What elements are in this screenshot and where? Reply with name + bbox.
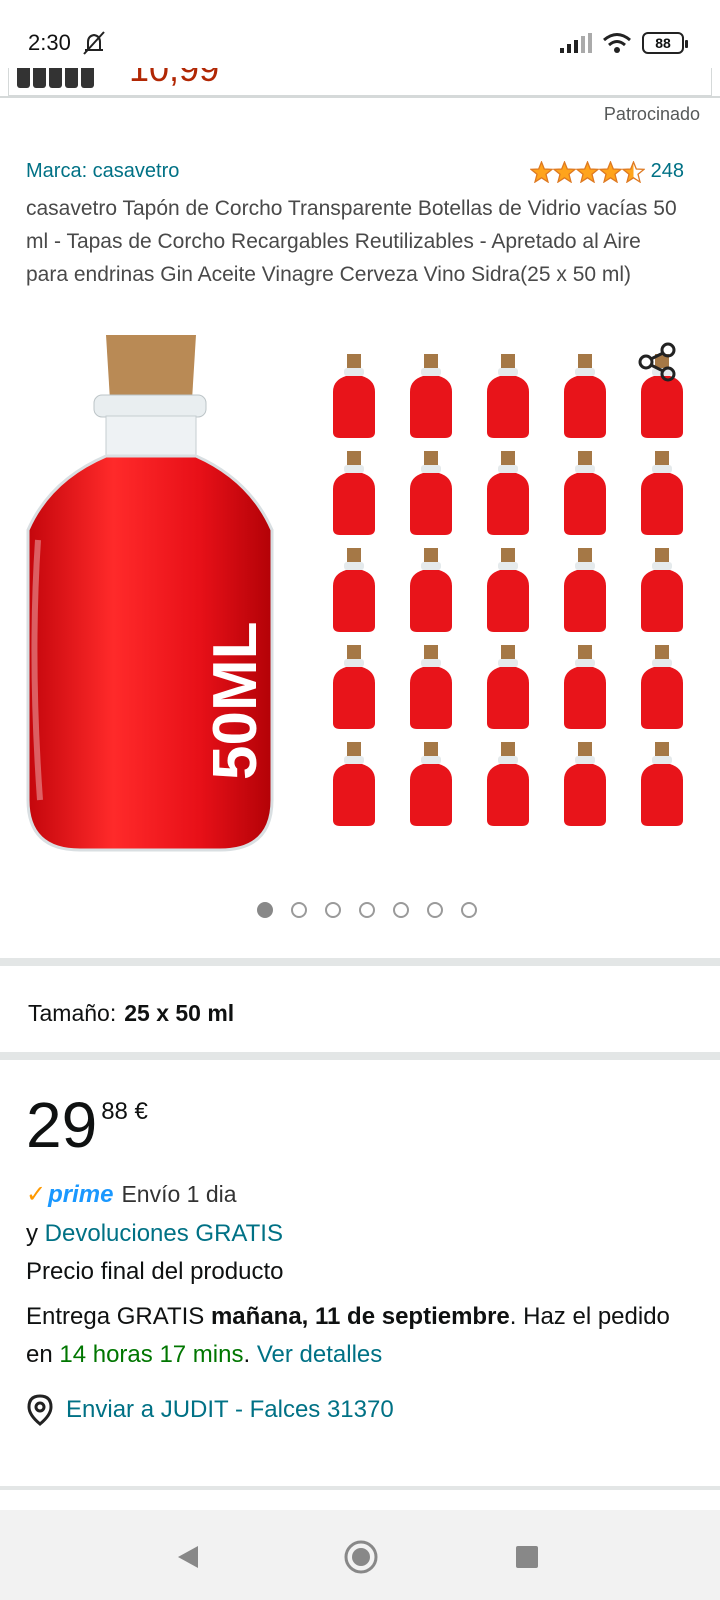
section-divider	[0, 1052, 720, 1060]
star-icon	[529, 160, 553, 183]
small-bottle	[333, 548, 375, 632]
rating-count[interactable]: 248	[651, 160, 684, 183]
star-icon	[598, 160, 622, 183]
small-bottle	[410, 742, 452, 826]
delivery-details-link[interactable]: Ver detalles	[257, 1341, 382, 1368]
small-bottle	[333, 354, 375, 438]
pagination-dot[interactable]	[359, 902, 375, 918]
delivery-date: mañana, 11 de septiembre	[210, 1303, 510, 1330]
small-bottle	[487, 742, 529, 826]
product-image-gallery[interactable]: 50ML	[0, 330, 720, 890]
small-bottle	[410, 451, 452, 535]
star-rating	[529, 160, 645, 183]
small-bottle	[564, 645, 606, 729]
product-thumbnail	[17, 68, 94, 88]
small-bottle	[641, 645, 683, 729]
brand-link[interactable]: Marca: casavetro	[26, 160, 179, 183]
prime-check-icon: ✓	[26, 1181, 47, 1208]
returns-line: y Devoluciones GRATIS	[26, 1220, 283, 1247]
status-bar: 2:30 88	[0, 0, 720, 68]
small-bottle	[564, 742, 606, 826]
order-countdown: 14 horas 17 mins	[59, 1341, 244, 1368]
small-bottle	[487, 645, 529, 729]
small-bottle	[410, 354, 452, 438]
share-icon[interactable]	[638, 342, 678, 382]
home-icon[interactable]	[344, 1540, 378, 1574]
recent-apps-icon[interactable]	[516, 1546, 538, 1568]
ship-to-location[interactable]: Enviar a JUDIT - Falces 31370	[26, 1394, 394, 1426]
status-time: 2:30	[28, 30, 71, 55]
small-bottle	[564, 548, 606, 632]
ship-to-text[interactable]: Enviar a JUDIT - Falces 31370	[66, 1396, 394, 1424]
wifi-icon	[603, 33, 631, 53]
mute-bell-icon	[83, 31, 105, 55]
section-divider	[0, 1486, 720, 1490]
small-bottle	[564, 354, 606, 438]
small-bottle	[487, 354, 529, 438]
image-pagination-dots[interactable]	[0, 902, 720, 918]
small-bottle	[641, 742, 683, 826]
prime-shipping: ✓ prime Envío 1 dia	[26, 1180, 237, 1209]
rating[interactable]: 248	[529, 160, 684, 183]
pagination-dot[interactable]	[291, 902, 307, 918]
pagination-dot[interactable]	[325, 902, 341, 918]
pagination-dot[interactable]	[257, 902, 273, 918]
price-whole: 29	[26, 1089, 98, 1161]
small-bottle	[410, 645, 452, 729]
prime-logo: ✓ prime	[26, 1180, 114, 1209]
small-bottle	[487, 548, 529, 632]
final-price-note: Precio final del producto	[26, 1258, 284, 1285]
small-bottle	[564, 451, 606, 535]
pagination-dot[interactable]	[427, 902, 443, 918]
pagination-dot[interactable]	[461, 902, 477, 918]
small-bottle	[641, 451, 683, 535]
sponsored-label: Patrocinado	[603, 104, 700, 124]
system-navigation-bar	[0, 1510, 720, 1600]
pagination-dot[interactable]	[393, 902, 409, 918]
signal-icon	[560, 33, 592, 53]
sponsored-product-card[interactable]: 10,99€	[0, 68, 720, 98]
section-divider	[0, 958, 720, 966]
location-pin-icon	[27, 1394, 53, 1426]
back-icon[interactable]	[176, 1544, 200, 1570]
star-icon	[621, 160, 645, 183]
prime-shipping-text: Envío 1 dia	[121, 1181, 237, 1207]
small-bottle	[410, 548, 452, 632]
small-bottle	[333, 645, 375, 729]
small-bottle	[333, 742, 375, 826]
star-icon	[575, 160, 599, 183]
star-icon	[552, 160, 576, 183]
product-image-main-bottle: 50ML	[26, 335, 274, 852]
small-bottle	[641, 548, 683, 632]
price-fraction: 88 €	[101, 1098, 148, 1125]
delivery-info: Entrega GRATIS mañana, 11 de septiembre.…	[26, 1303, 670, 1368]
size-selector[interactable]: Tamaño: 25 x 50 ml	[28, 1000, 234, 1027]
free-returns-link[interactable]: Devoluciones GRATIS	[45, 1220, 283, 1247]
price: 29 88 €	[26, 1090, 148, 1160]
bottle-volume-label: 50ML	[201, 622, 270, 780]
size-label: Tamaño:	[28, 1000, 117, 1026]
small-bottle	[333, 451, 375, 535]
size-value: 25 x 50 ml	[124, 1000, 235, 1026]
small-bottle	[487, 451, 529, 535]
ad-price: 10,99€	[129, 68, 228, 89]
battery-indicator: 88	[642, 32, 688, 54]
product-title: casavetro Tapón de Corcho Transparente B…	[26, 197, 677, 286]
